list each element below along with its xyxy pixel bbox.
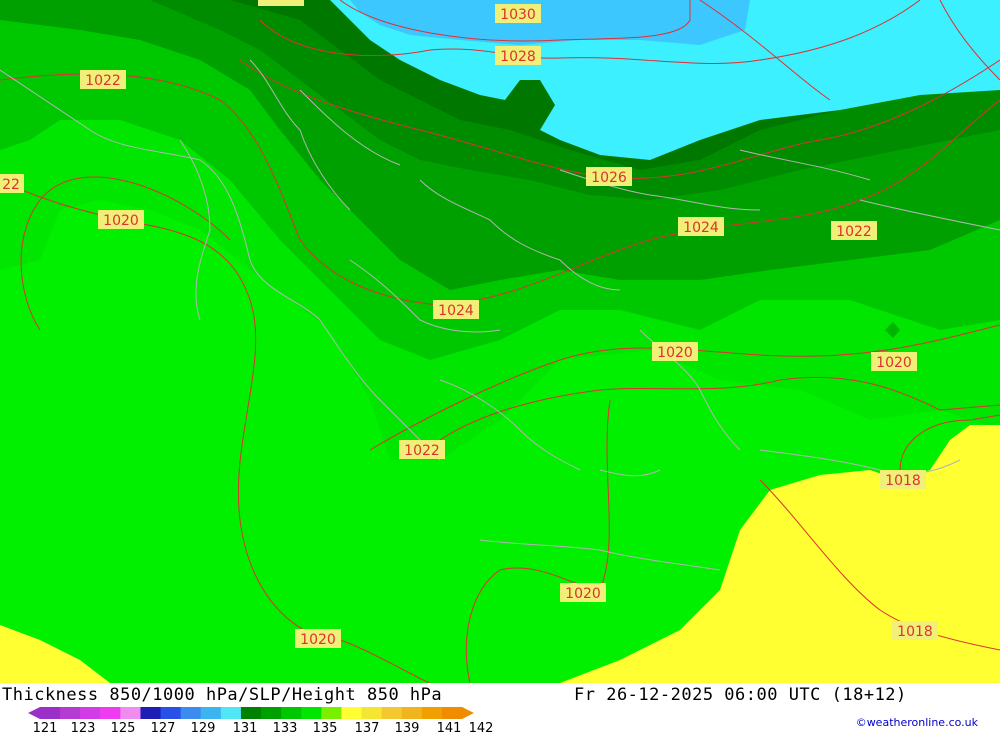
isobar-label: 1022 (399, 440, 445, 459)
legend-swatch (120, 707, 141, 719)
legend-arrow-left (28, 707, 40, 719)
isobar-label: 1022 (80, 70, 126, 89)
legend-swatch (80, 707, 101, 719)
isobar-label: 1028 (495, 46, 541, 65)
credit-text: ©weatheronline.co.uk (855, 716, 978, 729)
svg-text:1030: 1030 (500, 7, 536, 23)
svg-text:1022: 1022 (85, 73, 121, 89)
legend-swatch (441, 707, 463, 719)
isobar-label: 1026 (586, 167, 632, 186)
color-legend: 121 123 125 127 129 131 133 135 137 139 141 142 (28, 707, 494, 733)
isobar-label: 1022 (831, 221, 877, 240)
legend-swatch (301, 707, 322, 719)
legend-arrow-right (462, 707, 474, 719)
legend-swatch (321, 707, 342, 719)
legend-swatch (140, 707, 162, 719)
legend-tick-label: 139 (395, 721, 420, 733)
legend-swatch (381, 707, 403, 719)
isobar-label: 1030 (495, 4, 541, 23)
legend-swatch (361, 707, 383, 719)
svg-text:1022: 1022 (836, 224, 872, 240)
legend-swatch (220, 707, 242, 719)
isobar-label: 1020 (871, 352, 917, 371)
thickness-map: 1030 1028 1026 1024 1022 1022 1020 1024 … (0, 0, 1000, 683)
legend-tick-label: 121 (33, 721, 58, 733)
isobar-label: 1020 (560, 583, 606, 602)
legend-swatch (240, 707, 262, 719)
svg-text:1020: 1020 (300, 632, 336, 648)
legend-swatch (180, 707, 202, 719)
legend-tick-label: 133 (273, 721, 298, 733)
svg-text:1020: 1020 (565, 586, 601, 602)
svg-text:1024: 1024 (683, 220, 719, 236)
legend-tick-label: 125 (111, 721, 136, 733)
legend-tick-label: 129 (191, 721, 216, 733)
legend-swatch (160, 707, 182, 719)
map-datetime: Fr 26-12-2025 06:00 UTC (18+12) (574, 685, 907, 705)
legend-swatch (200, 707, 222, 719)
isobar-label: 1020 (98, 210, 144, 229)
isobar-label: 1018 (880, 470, 926, 489)
legend-swatch (40, 707, 61, 719)
svg-text:1024: 1024 (438, 303, 474, 319)
legend-swatch (281, 707, 302, 719)
legend-swatch (341, 707, 363, 719)
isobar-label: 1024 (433, 300, 479, 319)
legend-tick-label: 131 (233, 721, 258, 733)
legend-tick-label: 141 (437, 721, 462, 733)
svg-text:1020: 1020 (657, 345, 693, 361)
isobar-label: 1024 (678, 217, 724, 236)
svg-text:1018: 1018 (885, 473, 921, 489)
legend-tick-label: 137 (355, 721, 380, 733)
svg-text:1020: 1020 (876, 355, 912, 371)
legend-tick-label: 123 (71, 721, 96, 733)
svg-text:1026: 1026 (591, 170, 627, 186)
legend-swatch (60, 707, 81, 719)
isobar-label: 22 (0, 174, 24, 193)
svg-text:1022: 1022 (404, 443, 440, 459)
svg-text:22: 22 (2, 177, 20, 193)
legend-tick-label: 142 (469, 721, 494, 733)
map-footer: Thickness 850/1000 hPa/SLP/Height 850 hP… (0, 683, 1000, 733)
isobar-label: 1020 (652, 342, 698, 361)
legend-swatch (261, 707, 282, 719)
isobar-label: 1020 (295, 629, 341, 648)
svg-text:1018: 1018 (897, 624, 933, 640)
legend-swatch (401, 707, 423, 719)
isobar-label (258, 0, 304, 6)
isobar-label: 1018 (892, 621, 938, 640)
legend-swatch (421, 707, 443, 719)
svg-text:1020: 1020 (103, 213, 139, 229)
svg-text:1028: 1028 (500, 49, 536, 65)
legend-tick-label: 127 (151, 721, 176, 733)
legend-tick-label: 135 (313, 721, 338, 733)
legend-swatch (100, 707, 121, 719)
